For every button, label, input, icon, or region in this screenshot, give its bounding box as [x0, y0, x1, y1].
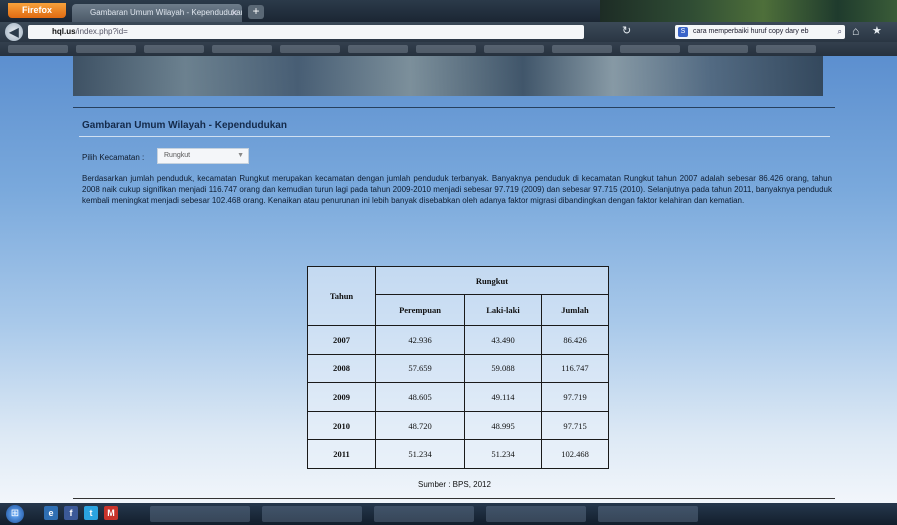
cell-female: 48.605: [375, 382, 465, 412]
gmail-icon[interactable]: M: [104, 506, 118, 520]
divider: [73, 107, 835, 108]
page-title: Gambaran Umum Wilayah - Kependudukan: [82, 120, 287, 131]
taskbar-task[interactable]: [262, 506, 362, 522]
table-row: 2009 48.605 49.114 97.719: [307, 382, 609, 412]
table-row: 2011 51.234 51.234 102.468: [307, 439, 609, 469]
table-row: 2008 57.659 59.088 116.747: [307, 353, 609, 384]
col-header-male: Laki-laki: [464, 294, 542, 326]
header-banner: [73, 56, 823, 96]
home-icon[interactable]: ⌂: [852, 24, 859, 38]
twitter-icon[interactable]: t: [84, 506, 98, 520]
table-row: 2010 48.720 48.995 97.715: [307, 410, 609, 441]
bookmarks-toolbar: [0, 42, 897, 56]
browser-tabstrip: Firefox Gambaran Umum Wilayah - Kependud…: [0, 0, 897, 22]
district-select-label: Pilih Kecamatan :: [82, 153, 145, 162]
cell-male: 59.088: [464, 353, 542, 384]
cell-year: 2009: [307, 382, 376, 412]
browser-tab[interactable]: Gambaran Umum Wilayah - Kependudukan ✕: [72, 4, 242, 22]
cell-male: 49.114: [464, 382, 542, 412]
bookmark-item[interactable]: [620, 45, 680, 53]
bookmark-item[interactable]: [756, 45, 816, 53]
bookmark-item[interactable]: [8, 45, 68, 53]
table-row: 2007 42.936 43.490 86.426: [307, 325, 609, 355]
bookmark-item[interactable]: [280, 45, 340, 53]
tab-title: Gambaran Umum Wilayah - Kependudukan: [90, 8, 242, 17]
cell-male: 51.234: [464, 439, 542, 469]
taskbar-task[interactable]: [374, 506, 474, 522]
reload-icon[interactable]: ↻: [622, 24, 631, 37]
population-table: Tahun Rungkut Perempuan Laki-laki Jumlah…: [307, 266, 609, 469]
bookmark-item[interactable]: [144, 45, 204, 53]
facebook-icon[interactable]: f: [64, 506, 78, 520]
close-icon[interactable]: ✕: [230, 4, 238, 22]
cell-female: 48.720: [375, 410, 465, 441]
ie-icon[interactable]: e: [44, 506, 58, 520]
district-select[interactable]: Rungkut ▼: [157, 148, 249, 164]
cell-female: 51.234: [375, 439, 465, 469]
cell-total: 102.468: [541, 439, 609, 469]
search-icon[interactable]: ⌕: [838, 25, 842, 39]
bookmark-star-icon[interactable]: ★: [872, 24, 882, 37]
taskbar-task[interactable]: [150, 506, 250, 522]
url-host: hql.us: [52, 27, 76, 36]
address-bar[interactable]: hql.us/index.php?id=: [28, 25, 584, 39]
cell-year: 2011: [307, 439, 376, 469]
cell-total: 97.715: [541, 410, 609, 441]
search-engine-icon[interactable]: S: [678, 27, 688, 37]
bookmark-item[interactable]: [552, 45, 612, 53]
firefox-menu-button[interactable]: Firefox: [8, 3, 66, 18]
source-note: Sumber : BPS, 2012: [418, 480, 491, 489]
col-header-total: Jumlah: [541, 294, 609, 326]
taskbar-task[interactable]: [598, 506, 698, 522]
bookmark-item[interactable]: [688, 45, 748, 53]
cell-male: 48.995: [464, 410, 542, 441]
chevron-down-icon: ▼: [237, 152, 244, 159]
bookmark-item[interactable]: [212, 45, 272, 53]
bookmark-item[interactable]: [76, 45, 136, 53]
district-select-value: Rungkut: [164, 152, 191, 159]
divider: [79, 136, 830, 137]
new-tab-button[interactable]: +: [248, 5, 264, 19]
description-paragraph: Berdasarkan jumlah penduduk, kecamatan R…: [82, 174, 832, 205]
bookmark-item[interactable]: [416, 45, 476, 53]
group-header: Rungkut: [375, 266, 609, 295]
os-taskbar: ⊞ e f t M: [0, 503, 897, 525]
url-path: /index.php?id=: [75, 27, 128, 36]
theme-background: [600, 0, 897, 22]
cell-female: 57.659: [375, 353, 465, 384]
bookmark-item[interactable]: [348, 45, 408, 53]
cell-year: 2007: [307, 325, 376, 355]
navigation-bar: ◀ hql.us/index.php?id= ↻ S cara memperba…: [0, 22, 897, 42]
system-tray[interactable]: [810, 507, 890, 521]
web-page: Gambaran Umum Wilayah - Kependudukan Pil…: [0, 56, 897, 503]
cell-total: 116.747: [541, 353, 609, 384]
col-header-year: Tahun: [307, 266, 376, 326]
cell-year: 2010: [307, 410, 376, 441]
cell-total: 97.719: [541, 382, 609, 412]
cell-total: 86.426: [541, 325, 609, 355]
cell-female: 42.936: [375, 325, 465, 355]
cell-year: 2008: [307, 353, 376, 384]
start-button[interactable]: ⊞: [6, 505, 24, 523]
divider: [73, 498, 835, 499]
back-arrow-icon[interactable]: ◀: [5, 23, 23, 41]
col-header-female: Perempuan: [375, 294, 465, 326]
taskbar-task[interactable]: [486, 506, 586, 522]
cell-male: 43.490: [464, 325, 542, 355]
search-input[interactable]: S cara memperbaiki huruf copy dary eb ⌕: [675, 25, 845, 39]
bookmark-item[interactable]: [484, 45, 544, 53]
search-query: cara memperbaiki huruf copy dary eb: [693, 28, 809, 35]
